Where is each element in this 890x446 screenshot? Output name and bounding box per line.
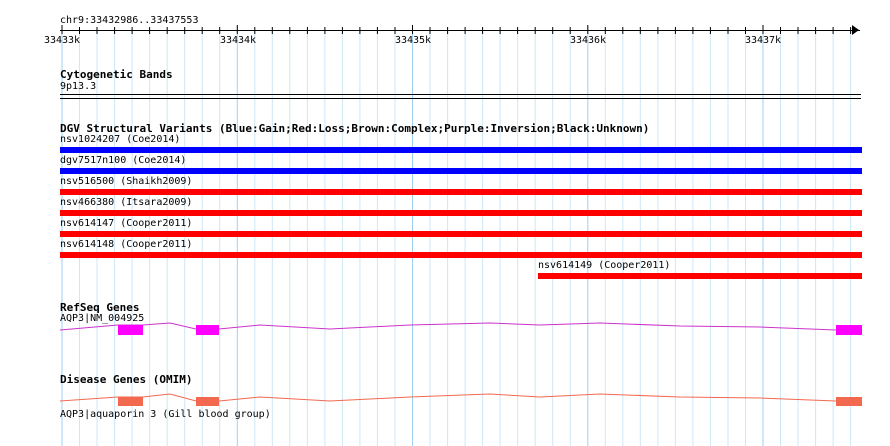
cytoband-bar[interactable] [60, 94, 861, 99]
variant-label: nsv1024207 (Coe2014) [60, 134, 181, 145]
omim-exon[interactable] [118, 397, 143, 406]
variant-bar[interactable] [538, 273, 862, 279]
cytoband-label: 9p13.3 [60, 81, 97, 92]
variant-bar[interactable] [60, 168, 862, 174]
variant-bar[interactable] [60, 231, 862, 237]
refseq-gene-model[interactable] [0, 318, 890, 342]
variant-label: nsv466380 (Itsara2009) [60, 197, 193, 208]
ruler-tick-label: 33435k [394, 35, 432, 46]
ruler-range-label: chr9:33432986..33437553 [60, 15, 199, 26]
refseq-exon[interactable] [836, 325, 862, 335]
variant-label: nsv614148 (Cooper2011) [60, 239, 193, 250]
variant-bar[interactable] [60, 252, 862, 258]
ruler-tick-label: 33437k [744, 35, 782, 46]
cytoband-track-title[interactable]: Cytogenetic Bands [60, 68, 173, 81]
omim-exon[interactable] [196, 397, 219, 406]
refseq-exon[interactable] [118, 325, 143, 335]
variant-bar[interactable] [60, 189, 862, 195]
variant-label: dgv7517n100 (Coe2014) [60, 155, 187, 166]
omim-gene-model[interactable] [0, 390, 890, 410]
ruler-tick-label: 33436k [569, 35, 607, 46]
variant-label: nsv614149 (Cooper2011) [538, 260, 671, 271]
omim-intron-line [59, 393, 862, 402]
variant-label: nsv614147 (Cooper2011) [60, 218, 193, 229]
variant-bar[interactable] [60, 210, 862, 216]
ruler-arrow-icon [852, 25, 859, 35]
ruler-axis [60, 30, 860, 31]
variant-label: nsv516500 (Shaikh2009) [60, 176, 193, 187]
refseq-exon[interactable] [196, 325, 219, 335]
omim-gene-label: AQP3|aquaporin 3 (Gill blood group) [60, 409, 271, 420]
omim-track-title[interactable]: Disease Genes (OMIM) [60, 373, 192, 386]
variant-bar[interactable] [60, 147, 862, 153]
refseq-intron-line [59, 322, 862, 331]
ruler-tick-label: 33433k [43, 35, 81, 46]
ruler-tick-label: 33434k [219, 35, 257, 46]
omim-exon[interactable] [836, 397, 862, 406]
